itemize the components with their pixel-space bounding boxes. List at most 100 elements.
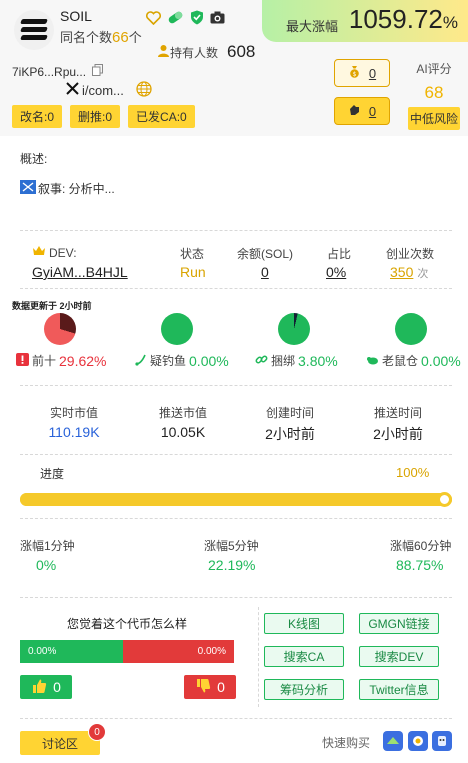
search-ca-link[interactable]: 搜索CA <box>264 646 344 667</box>
realtime-mc-header: 实时市值 <box>49 406 98 420</box>
shield-icon[interactable] <box>190 10 204 28</box>
dev-ventures[interactable]: 350 次 <box>390 264 428 281</box>
rise-5m-value: 22.19% <box>208 557 256 573</box>
crown-icon <box>32 245 46 260</box>
realtime-mc-value: 110.19K <box>48 424 100 440</box>
status-header: 状态 <box>180 247 205 261</box>
gmgn-link[interactable]: GMGN链接 <box>359 613 439 634</box>
discuss-badge: 0 <box>88 723 106 741</box>
hand-icon <box>348 103 361 119</box>
dev-address[interactable]: GyiAM...B4HJL <box>32 264 128 280</box>
hand-count: 0 <box>368 103 377 119</box>
vote-bar: 0.00% 0.00% <box>20 640 234 663</box>
trading-bot-3-icon[interactable] <box>432 731 452 751</box>
same-name-value: 66 <box>112 29 129 46</box>
max-rise-label: 最大涨幅 <box>286 19 339 34</box>
stat-insider-value: 0.00% <box>421 352 461 369</box>
progress-value: 100% <box>396 465 430 480</box>
hand-button[interactable]: 0 <box>334 97 390 125</box>
tag-delete-tweet: 删推:0 <box>70 105 121 128</box>
vote-up-button[interactable]: 0 <box>20 675 72 699</box>
search-dev-link[interactable]: 搜索DEV <box>359 646 439 667</box>
ca-text[interactable]: 7iKP6...Rpu... <box>12 65 86 79</box>
max-rise-box: 最大涨幅 1059.72% <box>262 0 468 42</box>
quick-buy-label: 快速购买 <box>322 736 371 750</box>
push-mc-value: 10.05K <box>160 424 206 440</box>
camera-icon[interactable] <box>210 11 225 27</box>
stat-top10: 前十 29.62% <box>16 352 107 369</box>
push-time-value: 2小时前 <box>373 426 423 442</box>
divider <box>20 597 452 598</box>
thumbs-up-icon <box>31 678 47 697</box>
ventures-value: 350 <box>390 264 414 280</box>
fishing-icon <box>134 353 147 369</box>
same-name-label: 同名个数 <box>60 30 113 45</box>
divider <box>20 230 452 231</box>
share-header: 占比 <box>327 247 352 261</box>
vertical-divider <box>258 607 259 707</box>
twitter-text: i/com... <box>82 82 124 98</box>
vote-down-button[interactable]: 0 <box>184 675 236 699</box>
max-rise-number: 1059.72 <box>348 4 443 34</box>
narrative: 叙事: 分析中... <box>20 180 115 197</box>
ai-risk-badge: 中低风险 <box>408 107 460 130</box>
create-time-value: 2小时前 <box>265 426 315 442</box>
ai-score: AI评分 68 中低风险 <box>408 60 460 130</box>
copy-icon[interactable] <box>92 64 104 79</box>
overview-label: 概述: <box>20 152 48 166</box>
header-icons <box>145 10 225 28</box>
ventures-header: 创业次数 <box>386 247 435 261</box>
pill-icon[interactable] <box>167 10 184 28</box>
chip-analysis-link[interactable]: 筹码分析 <box>264 679 344 700</box>
details-panel <box>10 140 460 763</box>
stat-phishing-value: 0.00% <box>189 352 229 369</box>
narrative-text: 叙事: 分析中... <box>38 182 115 196</box>
trading-bot-1-icon[interactable] <box>383 731 403 751</box>
divider <box>20 454 452 455</box>
progress-knob <box>437 492 452 507</box>
rat-icon <box>366 353 379 369</box>
heart-icon[interactable] <box>145 10 162 28</box>
dev-header: DEV: <box>32 245 77 260</box>
stat-top10-value: 29.62% <box>59 352 107 369</box>
phishing-pie <box>161 313 193 345</box>
twitter-link[interactable]: i/com... <box>66 82 124 98</box>
kline-link[interactable]: K线图 <box>264 613 344 634</box>
rise-1m-value: 0% <box>36 557 57 573</box>
insider-pie <box>395 313 427 345</box>
rise-1m-header: 涨幅1分钟 <box>20 539 75 553</box>
money-bag-icon: $ <box>348 65 361 81</box>
divider <box>20 288 452 289</box>
x-logo-icon <box>66 82 79 98</box>
globe-icon[interactable] <box>136 81 152 100</box>
alert-icon <box>16 352 29 369</box>
rise-60m-header: 涨幅60分钟 <box>390 539 452 553</box>
ai-score-value: 68 <box>424 83 444 102</box>
progress-bar <box>20 492 452 507</box>
ai-label: AI评分 <box>416 62 452 76</box>
vote-down-pct: 0.00% <box>123 640 234 663</box>
divider <box>20 518 452 519</box>
stat-insider-label: 老鼠仓 <box>382 354 419 368</box>
stat-top10-label: 前十 <box>32 354 57 368</box>
trading-bot-2-icon[interactable] <box>408 731 428 751</box>
twitter-info-link[interactable]: Twitter信息 <box>359 679 439 700</box>
push-time-header: 推送时间 <box>373 406 422 420</box>
dev-balance[interactable]: 0 <box>261 264 269 280</box>
dev-share[interactable]: 0% <box>326 264 346 280</box>
divider <box>20 718 452 719</box>
progress-label: 进度 <box>40 467 65 481</box>
stat-bundle-value: 3.80% <box>298 352 338 369</box>
tag-rename: 改名:0 <box>12 105 63 128</box>
progress-fill <box>20 493 452 506</box>
user-icon <box>157 44 170 60</box>
bag-count: 0 <box>368 65 377 81</box>
stat-phishing-label: 疑钓鱼 <box>150 354 187 368</box>
bag-button[interactable]: $ 0 <box>334 59 390 87</box>
rise-60m-value: 88.75% <box>396 557 444 573</box>
same-name-count: 同名个数66个 <box>60 27 142 46</box>
link-icon <box>255 353 268 369</box>
update-note: 数据更新于 2小时前 <box>12 301 92 311</box>
tag-ca-posted: 已发CA:0 <box>128 105 195 128</box>
narrative-icon <box>20 180 36 197</box>
